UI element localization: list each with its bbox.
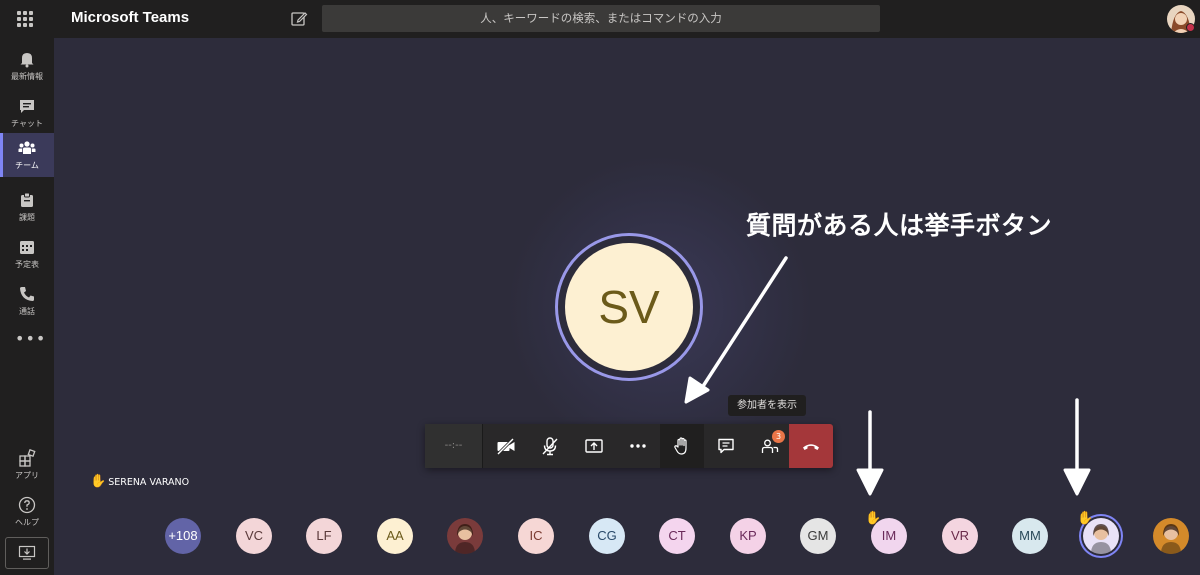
participant-avatar[interactable]: AA [377,518,413,554]
mic-mute-button[interactable] [528,424,572,468]
participant-avatar[interactable]: MM [1012,518,1048,554]
share-screen-button[interactable] [572,424,616,468]
speaker-name: SERENA VARANO [108,477,190,488]
arrow-to-participant-im [856,410,884,496]
raised-hand-icon: ✋ [865,511,882,526]
participant-avatar[interactable]: VR [942,518,978,554]
conversation-button[interactable] [704,424,748,468]
show-participants-button[interactable]: 3 [748,424,792,468]
participant-initials: +108 [168,528,198,543]
participant-photo-avatar[interactable] [1153,518,1189,554]
participant-avatar[interactable]: LF [306,518,342,554]
more-actions-button[interactable] [616,424,660,468]
participant-avatar[interactable]: GM [800,518,836,554]
participant-initials: MM [1019,528,1041,543]
participant-initials: VC [244,528,264,543]
hang-up-icon [803,444,819,450]
call-timer: --:-- [425,424,483,468]
participants-count-badge: 3 [772,430,785,443]
participant-avatar[interactable]: VC [236,518,272,554]
participant-initials: IC [529,528,543,543]
participant-initials: KP [739,528,757,543]
show-participants-tooltip: 参加者を表示 [728,395,806,416]
chat-icon [718,438,734,454]
participant-avatar[interactable]: IC [518,518,554,554]
participant-initials: AA [386,528,404,543]
arrow-to-raise-hand [684,256,788,404]
raise-hand-icon [674,437,687,455]
participant-initials: GM [807,528,829,543]
active-speaker-label: ✋ SERENA VARANO [90,474,189,489]
participant-initials: LF [316,528,332,543]
participant-avatar[interactable]: +108 [165,518,201,554]
hang-up-button[interactable] [789,424,833,468]
participant-avatar[interactable]: CT [659,518,695,554]
raised-hand-icon: ✋ [90,474,107,489]
participant-initials: VR [950,528,970,543]
camera-off-button[interactable] [484,424,528,468]
participant-avatar[interactable]: KP [730,518,766,554]
participant-initials: IM [881,528,897,543]
share-screen-icon [585,439,603,453]
arrow-to-participant-photo [1063,398,1091,496]
camera-off-icon [496,437,515,456]
participant-initials: CT [668,528,686,543]
call-controls: --:-- 3 [425,424,833,468]
participant-avatar[interactable]: CG [589,518,625,554]
mic-off-icon [542,437,558,456]
raised-hand-icon: ✋ [1077,511,1094,526]
participant-initials: CG [597,528,617,543]
participant-photo-avatar[interactable] [447,518,483,554]
more-icon [630,444,646,448]
raise-hand-button[interactable] [660,424,704,468]
